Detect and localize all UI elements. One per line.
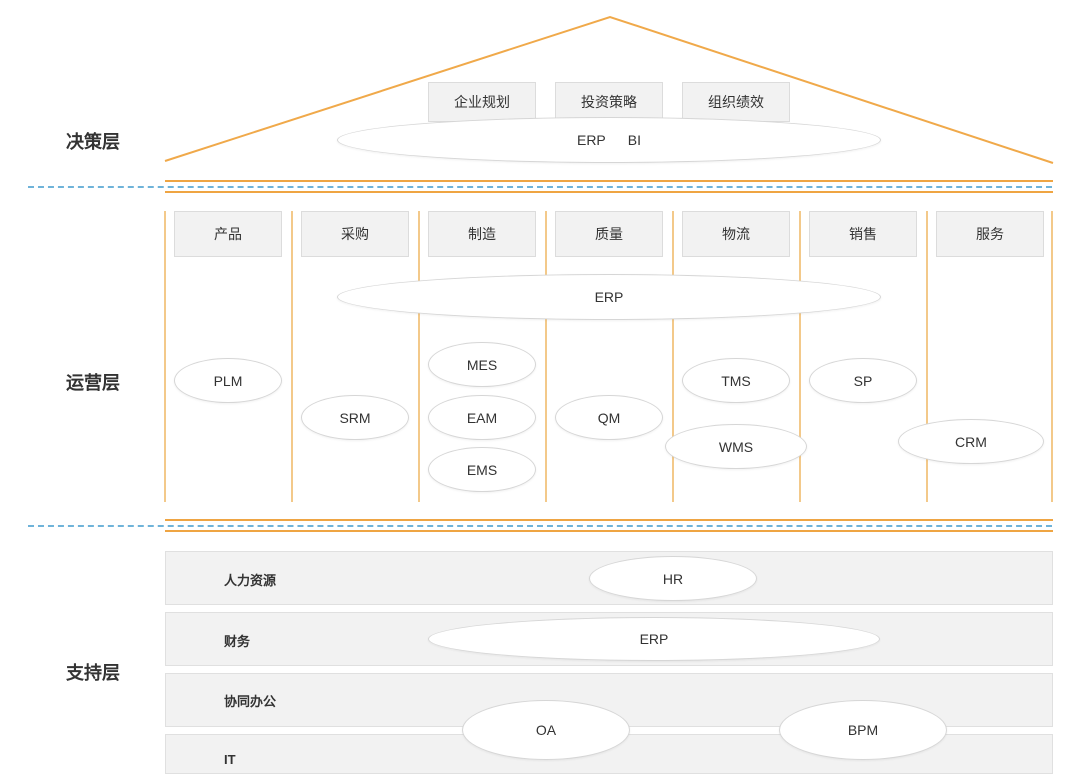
column-header-logistics: 物流 <box>682 211 790 257</box>
decision-box-planning: 企业规划 <box>428 82 536 122</box>
band-label-finance: 财务 <box>224 634 251 649</box>
column-line <box>418 211 420 502</box>
sp-ellipse: SP <box>809 358 917 403</box>
support-erp-ellipse: ERP <box>428 617 880 661</box>
crm-ellipse: CRM <box>898 419 1044 464</box>
decision-erp-text: ERP <box>576 132 606 148</box>
column-line <box>291 211 293 502</box>
decision-bi-text: BI <box>627 132 642 148</box>
column-line <box>545 211 547 502</box>
decision-box-investment: 投资策略 <box>555 82 663 122</box>
hr-ellipse: HR <box>589 556 757 601</box>
decision-layer-label: 决策层 <box>66 132 120 152</box>
divider-dash-1 <box>28 186 1052 188</box>
divider-line-mid-2 <box>165 530 1053 532</box>
column-line <box>1051 211 1053 502</box>
decision-box-performance: 组织绩效 <box>682 82 790 122</box>
operation-layer-label: 运营层 <box>66 373 120 393</box>
column-header-purchasing: 采购 <box>301 211 409 257</box>
band-label-it: IT <box>224 752 236 767</box>
divider-line-top-2 <box>165 191 1053 193</box>
column-header-quality: 质量 <box>555 211 663 257</box>
oa-ellipse: OA <box>462 700 630 760</box>
divider-line-mid-1 <box>165 519 1053 521</box>
column-line <box>164 211 166 502</box>
srm-ellipse: SRM <box>301 395 409 440</box>
tms-ellipse: TMS <box>682 358 790 403</box>
band-label-collaboration: 协同办公 <box>224 694 277 709</box>
bpm-ellipse: BPM <box>779 700 947 760</box>
support-layer-label: 支持层 <box>66 663 120 683</box>
divider-line-top-1 <box>165 180 1053 182</box>
column-header-product: 产品 <box>174 211 282 257</box>
ems-ellipse: EMS <box>428 447 536 492</box>
wms-ellipse: WMS <box>665 424 807 469</box>
column-line <box>672 211 674 502</box>
column-header-manufacturing: 制造 <box>428 211 536 257</box>
eam-ellipse: EAM <box>428 395 536 440</box>
column-header-sales: 销售 <box>809 211 917 257</box>
divider-dash-2 <box>28 525 1052 527</box>
qm-ellipse: QM <box>555 395 663 440</box>
column-line <box>799 211 801 502</box>
column-header-service: 服务 <box>936 211 1044 257</box>
mes-ellipse: MES <box>428 342 536 387</box>
architecture-diagram: 决策层 企业规划 投资策略 组织绩效 ERP BI 运营层 产品 采购 制造 质… <box>0 0 1080 774</box>
band-label-hr: 人力资源 <box>224 573 277 588</box>
operation-erp-ellipse: ERP <box>337 274 881 320</box>
decision-erp-bi-ellipse: ERP BI <box>337 117 881 163</box>
plm-ellipse: PLM <box>174 358 282 403</box>
